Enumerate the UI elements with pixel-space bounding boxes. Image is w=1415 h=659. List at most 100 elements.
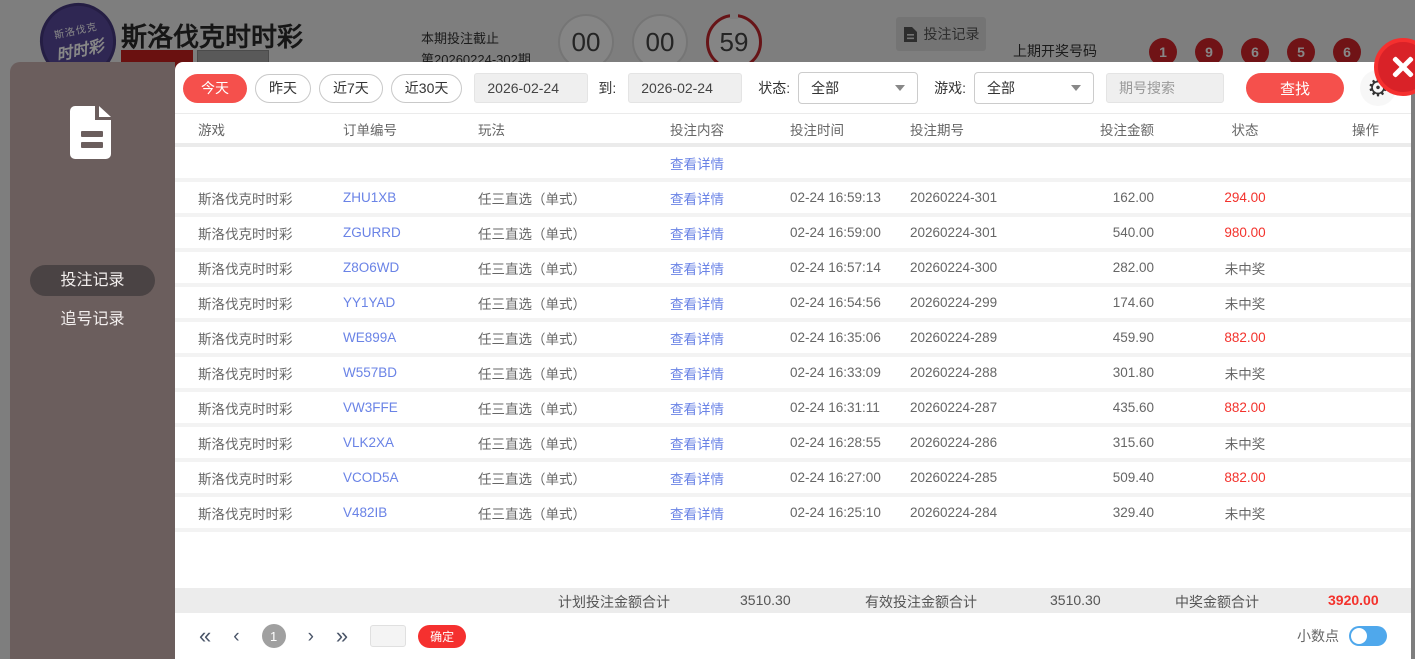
cell-period: 20260224-287	[910, 400, 998, 415]
table-body: 查看详情 斯洛伐克时时彩 ZHU1XB 任三直选（单式） 查看详情 02-24 …	[175, 147, 1411, 532]
cell-amount: 162.00	[1112, 190, 1154, 205]
cell-order-link[interactable]: VW3FFE	[343, 400, 478, 415]
table-row: 斯洛伐克时时彩 V482IB 任三直选（单式） 查看详情 02-24 16:25…	[175, 497, 1411, 532]
cell-status: 未中奖	[1224, 436, 1266, 452]
valid-total-value: 3510.30	[1050, 592, 1101, 608]
cell-time: 02-24 16:31:11	[790, 400, 880, 415]
cell-status: 294.00	[1224, 190, 1266, 205]
cell-period: 20260224-300	[910, 260, 998, 275]
plan-total-label: 计划投注金额合计	[558, 594, 670, 610]
status-select[interactable]: 全部	[798, 72, 919, 104]
search-button[interactable]: 查找	[1246, 73, 1345, 103]
date-from-input[interactable]	[474, 73, 589, 103]
table-row: 斯洛伐克时时彩 Z8O6WD 任三直选（单式） 查看详情 02-24 16:57…	[175, 252, 1411, 287]
win-total-label: 中奖金额合计	[1175, 594, 1259, 610]
view-detail-link[interactable]: 查看详情	[670, 188, 790, 208]
view-detail-link[interactable]: 查看详情	[670, 363, 790, 383]
first-page-icon[interactable]: «	[199, 625, 211, 647]
cell-amount: 509.40	[1112, 470, 1154, 485]
cell-status: 980.00	[1224, 225, 1266, 240]
view-detail-link[interactable]: 查看详情	[670, 433, 790, 453]
view-detail-link[interactable]: 查看详情	[670, 398, 790, 418]
view-detail-link[interactable]: 查看详情	[670, 223, 790, 243]
view-detail-link[interactable]: 查看详情	[670, 468, 790, 488]
cell-period: 20260224-299	[910, 295, 998, 310]
col-time: 投注时间	[790, 122, 844, 138]
cell-period: 20260224-285	[910, 470, 998, 485]
screen: 斯洛伐克 时时彩 斯洛伐克时时彩 本期投注截止 第20260224-302期 0…	[0, 0, 1415, 659]
cell-time: 02-24 16:54:56	[790, 295, 881, 310]
cell-game: 斯洛伐克时时彩	[198, 296, 293, 312]
cell-game: 斯洛伐克时时彩	[198, 506, 293, 522]
cell-game: 斯洛伐克时时彩	[198, 471, 293, 487]
plan-total-value: 3510.30	[740, 592, 791, 608]
sidebar-item-chase-records[interactable]: 追号记录	[10, 308, 175, 332]
record-sidebar: 投注记录 追号记录	[10, 62, 175, 659]
cell-game: 斯洛伐克时时彩	[198, 226, 293, 242]
view-detail-link[interactable]: 查看详情	[670, 503, 790, 523]
cell-order-link[interactable]: W557BD	[343, 365, 478, 380]
table-row: 斯洛伐克时时彩 VCOD5A 任三直选（单式） 查看详情 02-24 16:27…	[175, 462, 1411, 497]
view-detail-link[interactable]: 查看详情	[670, 258, 790, 278]
current-page-badge[interactable]: 1	[261, 624, 286, 648]
cell-order-link[interactable]: Z8O6WD	[343, 260, 478, 275]
chevron-down-icon	[1071, 85, 1082, 91]
game-select-value: 全部	[987, 80, 1016, 96]
cell-game: 斯洛伐克时时彩	[198, 436, 293, 452]
cell-amount: 315.60	[1112, 435, 1154, 450]
document-icon	[70, 106, 111, 159]
cell-play: 任三直选（单式）	[478, 506, 586, 522]
page-jump-confirm-button[interactable]: 确定	[418, 624, 467, 648]
cell-order-link[interactable]: V482IB	[343, 505, 478, 520]
cell-order-link[interactable]: WE899A	[343, 330, 478, 345]
col-game: 游戏	[198, 122, 225, 138]
quick-filter-30days[interactable]: 近30天	[390, 73, 463, 103]
sidebar-item-bet-records[interactable]: 投注记录	[30, 265, 155, 296]
col-content: 投注内容	[670, 122, 724, 138]
chevron-down-icon	[895, 85, 906, 91]
last-page-icon[interactable]: »	[336, 625, 348, 647]
quick-filter-yesterday[interactable]: 昨天	[255, 73, 311, 103]
cell-amount: 435.60	[1112, 400, 1154, 415]
period-search-input[interactable]	[1106, 73, 1225, 103]
game-label: 游戏:	[934, 80, 967, 96]
cell-game: 斯洛伐克时时彩	[198, 261, 293, 277]
quick-filter-7days[interactable]: 近7天	[319, 73, 383, 103]
cell-time: 02-24 16:33:09	[790, 365, 881, 380]
cell-time: 02-24 16:59:13	[790, 190, 881, 205]
table-row: 斯洛伐克时时彩 ZHU1XB 任三直选（单式） 查看详情 02-24 16:59…	[175, 182, 1411, 217]
cell-play: 任三直选（单式）	[478, 471, 586, 487]
cell-game: 斯洛伐克时时彩	[198, 366, 293, 382]
valid-total-label: 有效投注金额合计	[865, 594, 977, 610]
cell-game: 斯洛伐克时时彩	[198, 401, 293, 417]
page-jump-input[interactable]	[370, 625, 407, 647]
pagination-bar: « ‹ 1 › » 确定 小数点	[175, 613, 1411, 659]
view-detail-link[interactable]: 查看详情	[670, 293, 790, 313]
decimal-toggle-group: 小数点	[1297, 626, 1387, 646]
table-row: 斯洛伐克时时彩 VW3FFE 任三直选（单式） 查看详情 02-24 16:31…	[175, 392, 1411, 427]
filter-bar: 今天 昨天 近7天 近30天 到: 状态: 全部 游戏: 全部 查找 ⚙	[175, 62, 1411, 110]
cell-status: 882.00	[1224, 470, 1266, 485]
date-to-input[interactable]	[628, 73, 743, 103]
cell-amount: 459.90	[1112, 330, 1154, 345]
cell-amount: 174.60	[1112, 295, 1154, 310]
game-select[interactable]: 全部	[974, 72, 1095, 104]
next-page-icon[interactable]: ›	[308, 627, 314, 646]
cell-order-link[interactable]: VCOD5A	[343, 470, 478, 485]
cell-status: 未中奖	[1224, 261, 1266, 277]
decimal-toggle[interactable]	[1349, 626, 1387, 646]
cell-order-link[interactable]: ZGURRD	[343, 225, 478, 240]
cell-period: 20260224-286	[910, 435, 998, 450]
cell-play: 任三直选（单式）	[478, 436, 586, 452]
cell-order-link[interactable]: VLK2XA	[343, 435, 478, 450]
quick-filter-today[interactable]: 今天	[183, 73, 247, 103]
win-total-value: 3920.00	[1328, 592, 1379, 608]
cell-order-link[interactable]: YY1YAD	[343, 295, 478, 310]
decimal-toggle-label: 小数点	[1297, 628, 1339, 644]
view-detail-link[interactable]: 查看详情	[670, 328, 790, 348]
prev-page-icon[interactable]: ‹	[233, 627, 239, 646]
view-detail-link[interactable]: 查看详情	[670, 153, 790, 173]
cell-status: 未中奖	[1224, 506, 1266, 522]
cell-order-link[interactable]: ZHU1XB	[343, 190, 478, 205]
toggle-knob	[1351, 628, 1367, 644]
